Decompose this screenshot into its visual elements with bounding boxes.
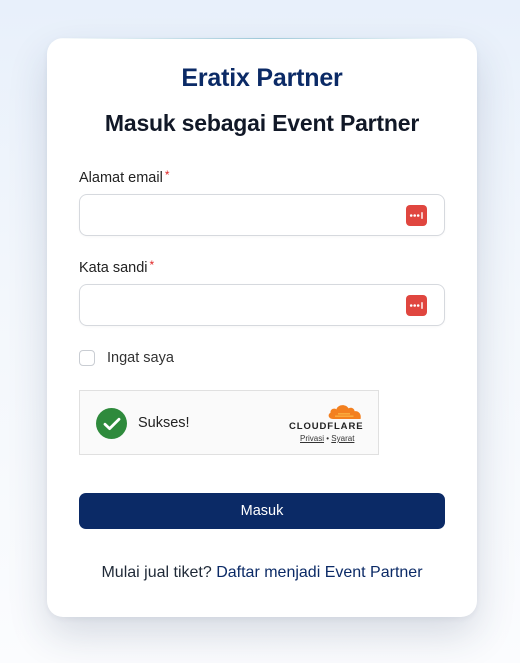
password-manager-icon[interactable] <box>406 295 427 316</box>
signup-link[interactable]: Daftar menjadi Event Partner <box>216 564 422 581</box>
captcha-status: Sukses! <box>138 415 190 431</box>
email-label: Alamat email * <box>79 168 170 186</box>
login-card: Eratix Partner Masuk sebagai Event Partn… <box>47 38 477 617</box>
page-title: Masuk sebagai Event Partner <box>104 110 420 136</box>
login-button[interactable]: Masuk <box>79 493 445 529</box>
required-marker: * <box>164 168 170 182</box>
brand-logo: Eratix Partner <box>181 64 343 92</box>
email-field-wrapper <box>79 194 445 236</box>
signup-prompt-text: Mulai jual tiket? <box>101 564 212 581</box>
cloudflare-turnstile-widget: Sukses! CLOUDFLARE Privasi • Syarat <box>79 390 379 455</box>
success-check-icon <box>96 408 127 439</box>
email-label-text: Alamat email <box>79 170 163 186</box>
cloudflare-cloud-icon <box>328 405 361 419</box>
password-label-text: Kata sandi <box>79 260 148 276</box>
cloudflare-wordmark: CLOUDFLARE <box>289 421 364 432</box>
remember-me-checkbox[interactable] <box>79 350 95 366</box>
password-manager-icon[interactable] <box>406 205 427 226</box>
remember-me-label[interactable]: Ingat saya <box>107 350 174 366</box>
terms-link[interactable]: Syarat <box>331 434 354 443</box>
link-separator: • <box>326 434 330 443</box>
required-marker: * <box>149 258 155 272</box>
password-label: Kata sandi * <box>79 258 155 276</box>
password-field[interactable] <box>80 285 444 325</box>
email-field[interactable] <box>80 195 444 235</box>
remember-me[interactable]: Ingat saya <box>79 349 174 367</box>
password-field-wrapper <box>79 284 445 326</box>
captcha-links: Privasi • Syarat <box>300 434 354 443</box>
signup-prompt: Mulai jual tiket? Daftar menjadi Event P… <box>47 564 477 582</box>
privacy-link[interactable]: Privasi <box>300 434 324 443</box>
